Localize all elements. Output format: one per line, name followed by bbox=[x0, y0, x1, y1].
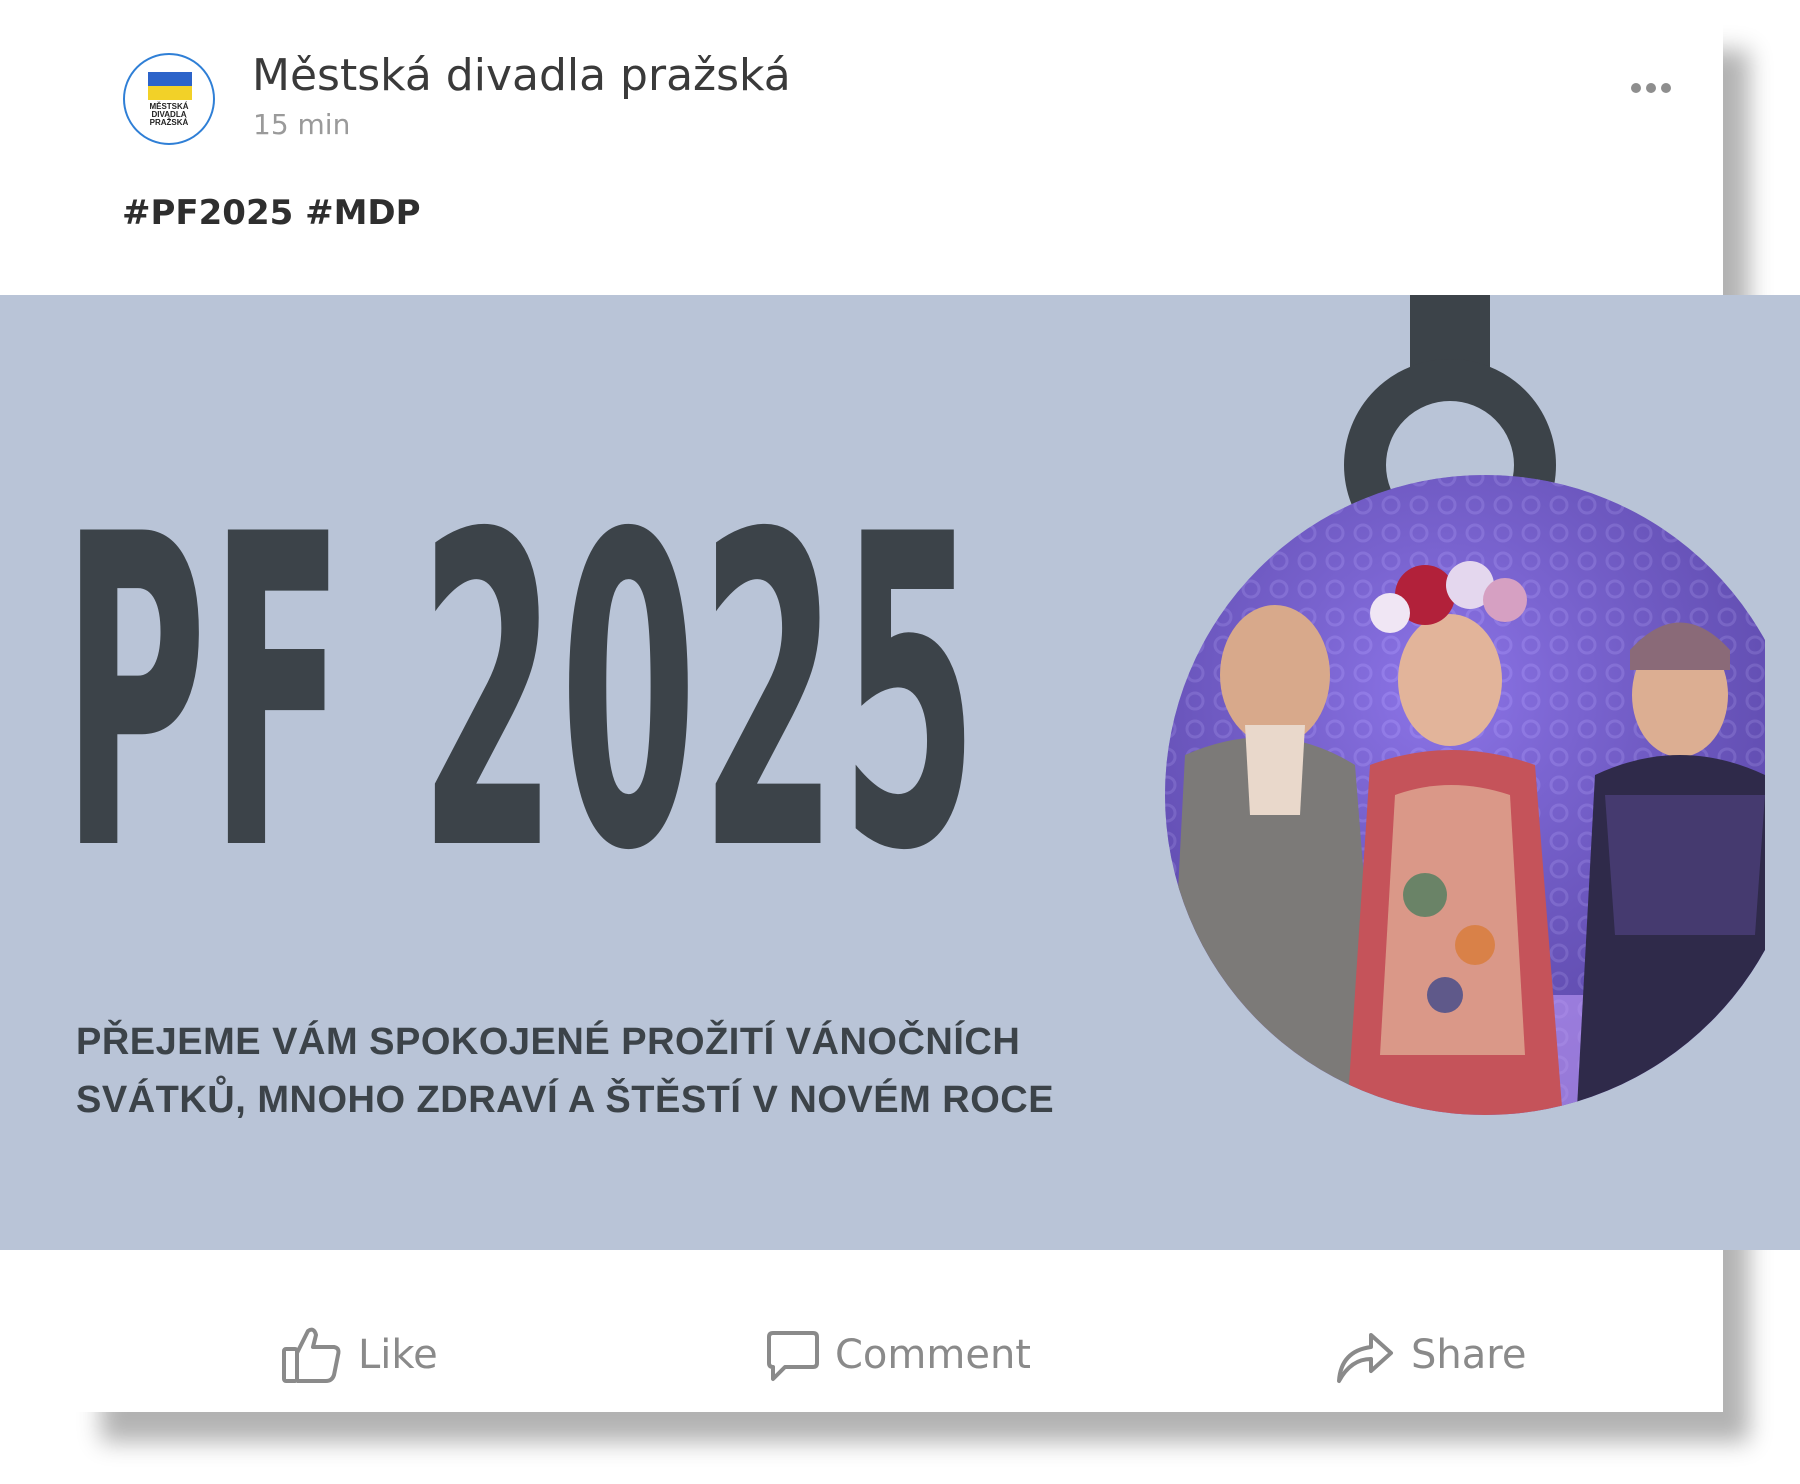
thumbs-up-icon bbox=[282, 1327, 341, 1383]
post-timestamp[interactable]: 15 min bbox=[253, 108, 350, 141]
christmas-ornament-photo bbox=[1165, 295, 1765, 1115]
ukraine-flag-icon bbox=[148, 72, 192, 100]
share-arrow-icon bbox=[1337, 1333, 1393, 1383]
comment-button[interactable]: Comment bbox=[765, 1320, 1031, 1390]
share-label: Share bbox=[1411, 1332, 1527, 1378]
banner-greeting: PŘEJEME VÁM SPOKOJENÉ PROŽITÍ VÁNOČNÍCH … bbox=[76, 1013, 1156, 1129]
post-header: MĚSTSKÁ DIVADLA PRAŽSKÁ Městská divadla … bbox=[75, 20, 1723, 300]
pf2025-banner[interactable]: PF 2025 PŘEJEME VÁM SPOKOJENÉ PROŽITÍ VÁ… bbox=[0, 295, 1800, 1250]
comment-icon bbox=[767, 1331, 819, 1381]
like-label: Like bbox=[358, 1332, 438, 1378]
greeting-line-1: PŘEJEME VÁM SPOKOJENÉ PROŽITÍ VÁNOČNÍCH bbox=[76, 1021, 1021, 1063]
banner-title: PF 2025 bbox=[62, 445, 981, 945]
like-button[interactable]: Like bbox=[280, 1320, 438, 1390]
avatar-logo-text: MĚSTSKÁ DIVADLA PRAŽSKÁ bbox=[149, 102, 189, 127]
ornament-photo bbox=[1165, 475, 1765, 1115]
greeting-line-2: SVÁTKŮ, MNOHO ZDRAVÍ A ŠTĚSTÍ V NOVÉM RO… bbox=[76, 1079, 1055, 1121]
more-horizontal-icon bbox=[1631, 83, 1671, 93]
more-options-button[interactable] bbox=[1629, 80, 1673, 96]
share-button[interactable]: Share bbox=[1333, 1320, 1526, 1390]
post-text-hashtags[interactable]: #PF2025 #MDP bbox=[122, 193, 421, 233]
comment-label: Comment bbox=[835, 1332, 1031, 1378]
avatar[interactable]: MĚSTSKÁ DIVADLA PRAŽSKÁ bbox=[123, 53, 215, 145]
post-actions-bar: Like Comment Share bbox=[75, 1270, 1723, 1410]
page-name-link[interactable]: Městská divadla pražská bbox=[252, 50, 791, 101]
